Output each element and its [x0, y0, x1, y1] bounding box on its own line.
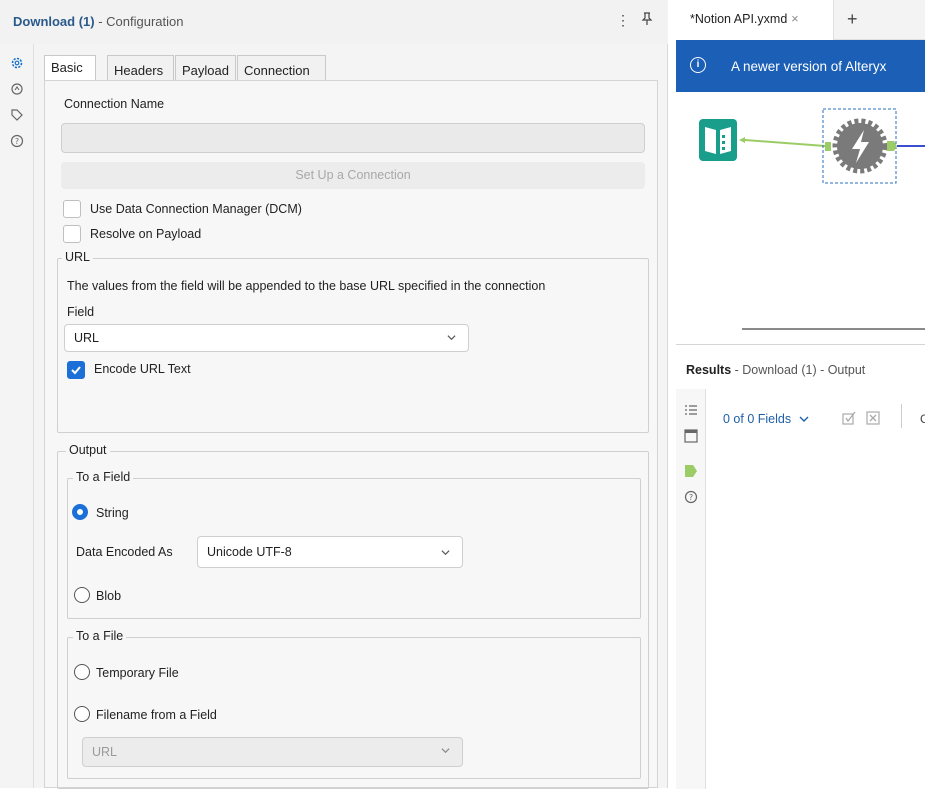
field-label: Field — [67, 305, 95, 319]
basic-tab-content: Connection Name Set Up a Connection Use … — [44, 80, 658, 789]
tab-headers[interactable]: Headers — [107, 55, 174, 81]
workflow-canvas[interactable] — [676, 92, 925, 342]
close-tab-icon[interactable]: × — [791, 12, 798, 26]
filename-from-field-radio[interactable] — [74, 706, 90, 722]
toolbar-divider — [901, 404, 902, 428]
filename-from-field-label: Filename from a Field — [96, 708, 217, 722]
svg-text:?: ? — [15, 137, 19, 146]
annotation-icon[interactable] — [10, 82, 24, 96]
fields-selector[interactable]: 0 of 0 Fields — [723, 412, 809, 426]
url-group-title: URL — [62, 250, 94, 264]
input-data-tool-icon[interactable] — [699, 119, 737, 161]
to-field-group-title: To a Field — [73, 470, 134, 484]
download-tool-icon[interactable] — [832, 118, 888, 174]
results-side-strip: ? — [676, 389, 706, 789]
blob-radio[interactable] — [74, 587, 90, 603]
svg-text:?: ? — [689, 493, 693, 502]
tab-basic[interactable]: Basic — [44, 55, 96, 82]
toolbar-next-item-cutoff: C — [920, 412, 925, 426]
resolve-payload-label: Resolve on Payload — [90, 227, 202, 241]
update-banner-text[interactable]: A newer version of Alteryx — [731, 59, 886, 74]
table-icon[interactable] — [684, 429, 698, 443]
configuration-title: Download (1) - Configuration — [13, 14, 184, 29]
string-radio[interactable] — [72, 504, 88, 520]
field-select-value: URL — [74, 331, 100, 345]
data-encoded-as-select[interactable]: Unicode UTF-8 — [197, 536, 463, 568]
temporary-file-label: Temporary File — [96, 666, 179, 680]
pin-icon[interactable] — [641, 12, 653, 29]
configuration-gear-icon[interactable] — [10, 56, 24, 70]
resolve-payload-checkbox[interactable] — [63, 225, 81, 243]
deselect-all-icon[interactable] — [866, 411, 880, 425]
field-select[interactable]: URL — [64, 324, 469, 352]
tab-connection[interactable]: Connection — [237, 55, 326, 81]
results-title: Results - Download (1) - Output — [686, 363, 865, 377]
config-tool-name: Download (1) — [13, 14, 95, 29]
encode-url-checkbox[interactable] — [67, 361, 85, 379]
use-dcm-checkbox[interactable] — [63, 200, 81, 218]
connection-line[interactable] — [744, 139, 826, 147]
checkmark-icon — [71, 366, 81, 375]
canvas-horizontal-scrollbar[interactable] — [742, 328, 925, 330]
help-icon[interactable]: ? — [10, 134, 24, 148]
input-anchor-icon[interactable] — [825, 142, 831, 151]
help-icon[interactable]: ? — [684, 490, 698, 504]
output-anchor-icon[interactable] — [684, 464, 698, 478]
tab-notion-api-workflow[interactable]: *Notion API.yxmd × — [676, 0, 834, 40]
configuration-pane: Download (1) - Configuration ⋮ ? Basic H… — [0, 0, 668, 789]
results-title-label: Results — [686, 363, 732, 377]
document-tabs: *Notion API.yxmd × + — [676, 0, 925, 40]
output-anchor-icon[interactable] — [739, 137, 745, 143]
config-side-strip: ? — [0, 44, 34, 788]
results-subtitle: - Download (1) - Output — [731, 363, 866, 377]
url-description: The values from the field will be append… — [67, 279, 546, 293]
more-options-icon[interactable]: ⋮ — [616, 12, 630, 29]
chevron-down-icon — [799, 416, 809, 422]
blob-label: Blob — [96, 589, 122, 603]
update-banner: i A newer version of Alteryx — [676, 40, 925, 92]
results-toolbar: 0 of 0 Fields C — [706, 389, 925, 439]
chevron-down-icon — [447, 335, 456, 341]
new-tab-icon[interactable]: + — [847, 9, 858, 30]
workflow-tab-label: *Notion API.yxmd — [690, 12, 788, 26]
filename-field-select[interactable]: URL — [82, 737, 463, 767]
workflow-pane: *Notion API.yxmd × + i A newer version of… — [676, 0, 925, 789]
encode-url-label: Encode URL Text — [94, 362, 191, 376]
workflow-diagram — [699, 108, 925, 184]
tab-payload[interactable]: Payload — [175, 55, 236, 81]
connection-name-input[interactable] — [61, 123, 645, 153]
to-file-group-title: To a File — [73, 629, 127, 643]
select-all-icon[interactable] — [842, 411, 856, 425]
data-encoded-as-value: Unicode UTF-8 — [207, 545, 292, 559]
output-group-title: Output — [66, 443, 110, 457]
info-icon: i — [690, 57, 706, 73]
filename-field-value: URL — [92, 745, 118, 759]
chevron-down-icon — [441, 550, 450, 556]
set-up-connection-button[interactable]: Set Up a Connection — [61, 162, 645, 189]
config-title-suffix: - Configuration — [94, 14, 184, 29]
string-label: String — [96, 506, 129, 520]
temporary-file-radio[interactable] — [74, 664, 90, 680]
configuration-header: Download (1) - Configuration ⋮ — [0, 0, 668, 44]
fields-count: 0 of 0 Fields — [723, 412, 792, 426]
connection-name-label: Connection Name — [64, 97, 165, 111]
use-dcm-label: Use Data Connection Manager (DCM) — [90, 202, 302, 216]
tag-icon[interactable] — [10, 108, 24, 122]
list-icon[interactable] — [684, 403, 698, 417]
results-pane: Results - Download (1) - Output ? 0 of 0… — [676, 344, 925, 789]
chevron-down-icon — [441, 748, 450, 754]
data-encoded-as-label: Data Encoded As — [76, 545, 173, 559]
